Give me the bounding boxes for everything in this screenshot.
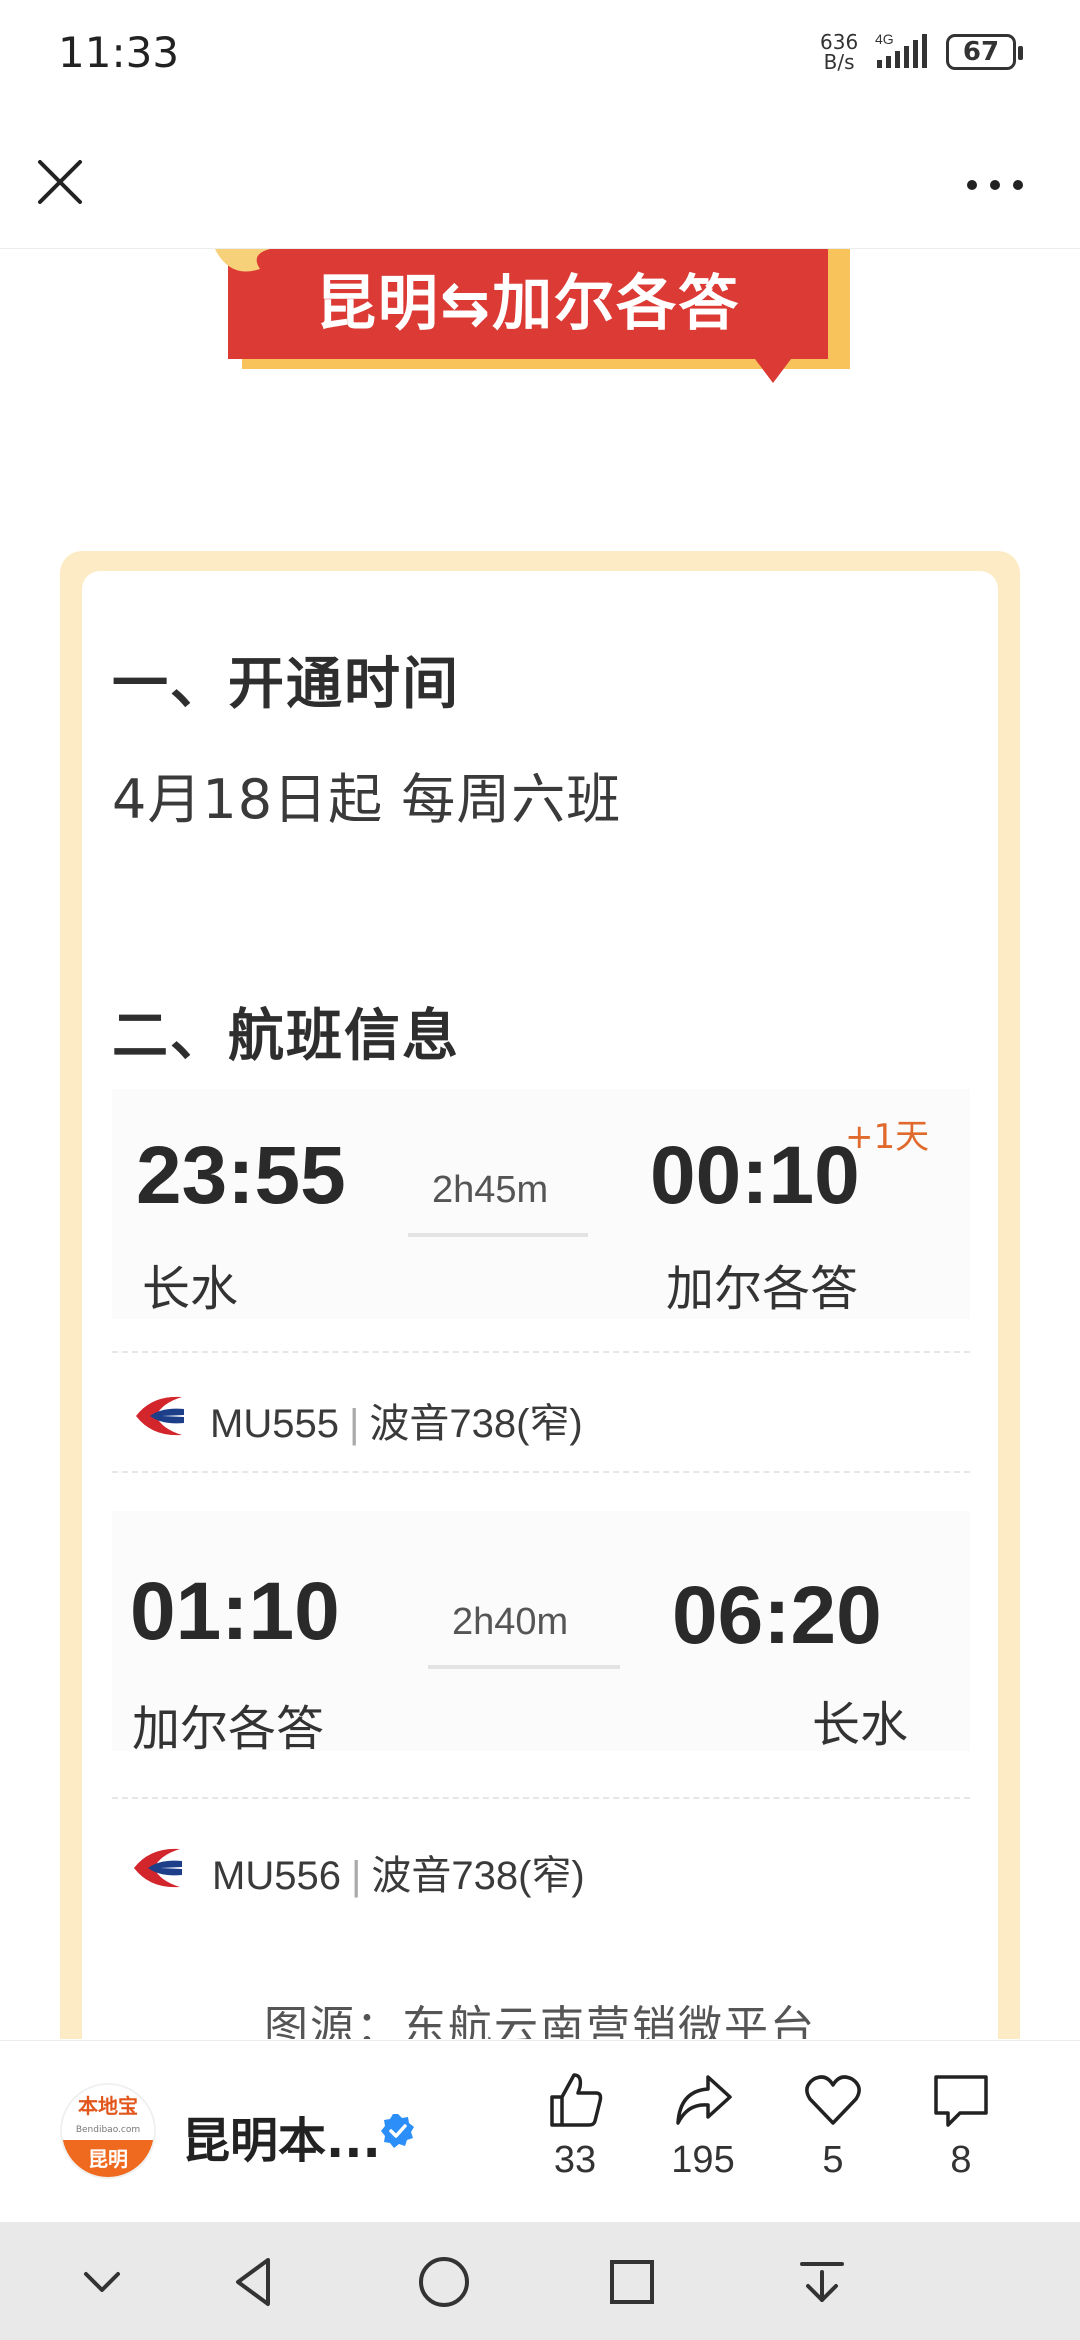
article-content[interactable]: 昆明⇆加尔各答 一、开通时间 4月18日起 每周六班 二、航班信息 23:55 … [0, 249, 1080, 2039]
flight-duration: 2h45m [432, 1169, 549, 1211]
thumbs-up-icon [550, 2073, 603, 2127]
back-triangle-icon[interactable] [224, 2250, 288, 2314]
share-icon [676, 2075, 732, 2125]
favorite-button[interactable]: 5 [778, 2069, 888, 2199]
arrival-time: 06:20 [672, 1570, 882, 1661]
banner-title: 昆明⇆加尔各答 [228, 249, 828, 359]
network-speed-unit: B/s [823, 50, 855, 74]
flight-number: MU555 [210, 1402, 339, 1446]
battery-indicator: 67 [946, 34, 1023, 70]
departure-city: 长水 [142, 1261, 239, 1317]
verified-badge-icon [381, 2114, 414, 2148]
flight-details: MU556 | 波音738(窄) [212, 1854, 585, 1898]
chevron-down-icon[interactable] [70, 2250, 134, 2314]
duration-arrow [428, 1665, 620, 1669]
flight-number: MU556 [212, 1854, 341, 1898]
open-time-text: 4月18日起 每周六班 [112, 768, 622, 831]
share-count: 195 [671, 2139, 735, 2181]
status-time: 11:33 [58, 28, 180, 77]
avatar-city: 昆明 [62, 2140, 154, 2177]
comment-button[interactable]: 8 [906, 2069, 1016, 2199]
day-offset-badge: +1天 [845, 1117, 930, 1157]
china-eastern-logo-icon [134, 1848, 182, 1888]
aircraft-type: 波音738(窄) [371, 1854, 585, 1898]
section-title-open-time: 一、开通时间 [112, 652, 460, 717]
arrival-city: 加尔各答 [666, 1261, 859, 1317]
departure-city: 加尔各答 [132, 1701, 325, 1757]
china-eastern-logo-icon [136, 1396, 184, 1436]
like-button[interactable]: 33 [520, 2069, 630, 2199]
account-name[interactable]: 昆明本... [182, 2101, 381, 2171]
comment-icon [934, 2075, 988, 2127]
system-nav-bar [0, 2222, 1080, 2340]
heart-icon [805, 2075, 861, 2125]
divider [112, 1471, 970, 1473]
notification-pulldown-icon[interactable] [790, 2250, 854, 2314]
network-speed-value: 636 [820, 30, 859, 54]
comment-count: 8 [950, 2139, 972, 2181]
section-title-flight-info: 二、航班信息 [112, 1004, 460, 1069]
divider [112, 1351, 970, 1353]
network-speed: 636 B/s [820, 32, 858, 72]
top-toolbar [0, 110, 1080, 249]
share-button[interactable]: 195 [648, 2069, 758, 2199]
flight-duration: 2h40m [452, 1601, 569, 1643]
departure-time: 23:55 [136, 1130, 346, 1221]
duration-arrow [408, 1233, 588, 1237]
recents-square-icon[interactable] [600, 2250, 664, 2314]
close-icon[interactable] [28, 150, 92, 214]
decoration-icon [215, 249, 270, 272]
home-circle-icon[interactable] [412, 2250, 476, 2314]
route-banner: 昆明⇆加尔各答 [210, 249, 850, 389]
status-bar: 11:33 636 B/s 4G 67 [0, 0, 1080, 110]
avatar[interactable]: 本地宝 Bendibao.com 昆明 [60, 2083, 156, 2179]
favorite-count: 5 [822, 2139, 844, 2181]
article-action-bar: 本地宝 Bendibao.com 昆明 昆明本... 33 195 5 8 [0, 2040, 1080, 2223]
banner-tail [755, 359, 791, 383]
more-icon[interactable] [960, 160, 1030, 210]
network-type: 4G [875, 31, 894, 47]
arrival-time: 00:10 [650, 1130, 860, 1221]
aircraft-type: 波音738(窄) [369, 1402, 583, 1446]
avatar-logo-url: Bendibao.com [75, 2125, 141, 2135]
arrival-city: 长水 [812, 1697, 909, 1753]
like-count: 33 [553, 2139, 597, 2181]
flight-details: MU555 | 波音738(窄) [210, 1402, 583, 1446]
divider [112, 1797, 970, 1799]
departure-time: 01:10 [130, 1566, 340, 1657]
image-source-caption: 图源：东航云南营销微平台 [264, 2002, 816, 2039]
signal-icon: 4G [875, 31, 927, 68]
